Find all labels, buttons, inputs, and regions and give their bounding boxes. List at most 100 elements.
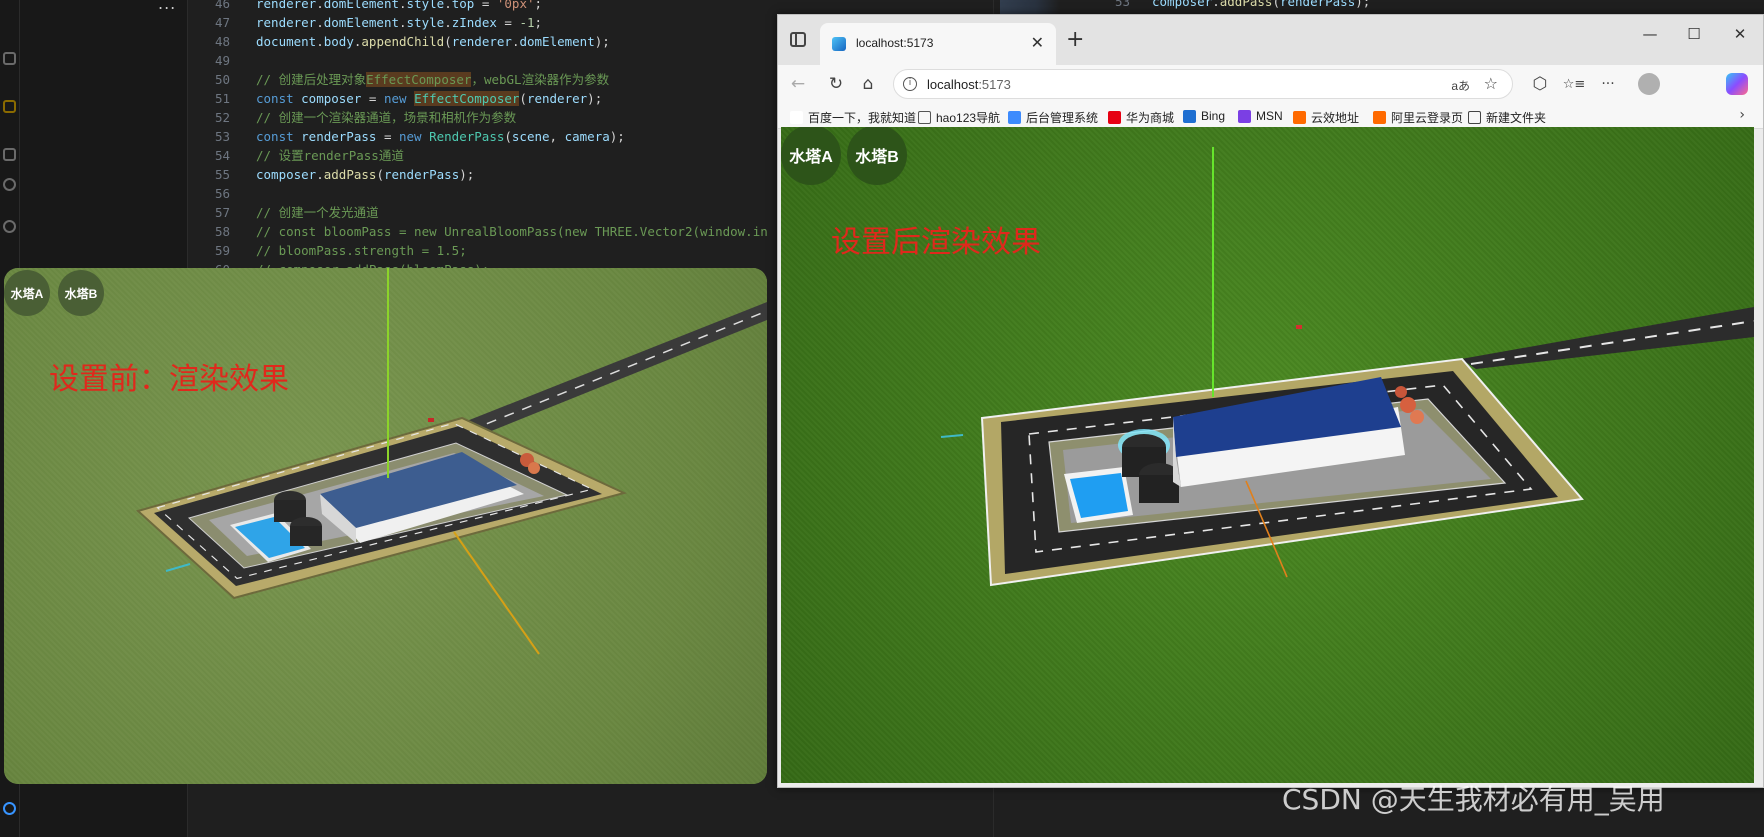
line-number: 55 [214,167,230,182]
code-token: ( [504,129,512,144]
bookmark-item[interactable]: 百度一下，我就知道 [790,109,916,126]
code-line: 49 [188,51,256,70]
code-token: domElement [323,0,400,11]
maximize-icon[interactable]: ☐ [1674,25,1714,43]
extensions-icon[interactable] [3,148,16,161]
code-token: = [376,129,399,144]
home-icon[interactable]: ⌂ [856,74,880,94]
more-menu-icon[interactable]: ··· [1596,76,1620,92]
code-token: EffectComposer [414,91,520,106]
sidebar-toggle-icon[interactable] [790,32,806,47]
profile-avatar[interactable] [1638,73,1660,95]
favorite-star-icon[interactable]: ☆ [1484,74,1498,93]
site-info-icon[interactable]: i [903,77,917,91]
bookmark-label: 新建文件夹 [1486,111,1547,125]
code-token: renderPass [383,167,460,182]
line-number: 56 [214,186,230,201]
code-token: . [316,34,324,49]
code-line: 47 renderer.domElement.style.zIndex = -1; [188,13,542,32]
baidu-icon [790,111,803,124]
bookmark-item[interactable]: 阿里云登录页 [1373,109,1463,126]
code-token: // const bloomPass = new UnrealBloomPass… [256,224,768,239]
code-token: = [496,15,520,30]
bookmark-item[interactable]: 华为商城 [1108,109,1174,126]
favorites-icon[interactable]: ☆≡ [1562,77,1586,92]
code-token: ( [444,34,452,49]
new-tab-icon[interactable]: + [1066,27,1084,52]
bookmark-label: 百度一下，我就知道 [808,111,917,125]
code-token: // 设置renderPass通道 [256,148,404,163]
code-token: . [316,167,324,182]
code-token: style [406,15,445,30]
csdn-watermark: CSDN @天生我材必有用_吴用 [1282,783,1665,816]
code-token: domElement [519,34,595,49]
window-close-icon[interactable]: ✕ [1720,25,1760,43]
remote-icon[interactable] [3,178,16,191]
source-control-icon[interactable] [3,52,16,65]
bookmark-item[interactable]: Bing [1183,109,1225,123]
code-token: // 创建后处理对象 [256,72,367,87]
extensions-icon[interactable]: ⬡ [1528,74,1552,94]
timeline-icon[interactable] [3,220,16,233]
back-icon[interactable]: ← [786,74,810,94]
code-token: new [399,129,430,144]
code-token: composer [301,91,362,106]
huawei-icon [1108,111,1121,124]
minimize-icon[interactable]: — [1630,25,1670,43]
bookmark-label: Bing [1201,109,1226,123]
tower-a-button[interactable]: 水塔A [4,270,50,316]
after-caption: 设置后渲染效果 [831,225,1041,260]
line-number: 50 [214,72,230,87]
tower-b-button[interactable]: 水塔B [847,127,907,185]
code-token: camera [564,129,610,144]
tab-title: localhost:5173 [856,36,934,50]
code-token: ); [587,91,603,106]
tab-strip: localhost:5173 ✕ + — ☐ ✕ [778,15,1763,65]
code-line: 46 renderer.domElement.style.top = '0px'; [188,0,542,13]
tower-a-button[interactable]: 水塔A [781,127,841,185]
msn-icon [1238,109,1251,123]
code-token: renderer [526,91,588,106]
bookmark-item[interactable]: 后台管理系统 [1008,109,1098,126]
browser-tab[interactable]: localhost:5173 ✕ [820,23,1056,65]
read-aloud-icon[interactable]: aあ [1451,77,1470,94]
copilot-icon[interactable] [1726,73,1748,95]
code-line: 52 // 创建一个渲染器通道，场景和相机作为参数 [188,108,516,127]
bookmark-label: 后台管理系统 [1026,111,1099,125]
code-token: ; [534,15,543,30]
bookmark-item[interactable]: hao123导航 [918,109,1000,126]
bookmark-item[interactable]: MSN [1238,109,1283,123]
code-token: domElement [323,15,400,30]
line-number: 49 [214,53,230,68]
code-token: . [316,0,324,11]
bookmark-item[interactable]: 云效地址 [1293,109,1359,126]
render-after-viewport: 水塔A 水塔B 设置后渲染效果 [781,127,1754,783]
accounts-icon[interactable] [3,802,16,815]
code-token: addPass [323,167,377,182]
bookmarks-bar: › 百度一下，我就知道 hao123导航 后台管理系统 华为商城 Bing MSN 云效地址… [778,105,1763,129]
bookmarks-more-icon[interactable]: › [1739,107,1745,123]
search-icon [1183,109,1196,123]
bookmark-label: hao123导航 [936,111,1001,125]
code-token: document [256,34,317,49]
code-token: ( [376,167,384,182]
code-token: = [474,0,497,11]
tab-close-icon[interactable]: ✕ [1031,33,1044,52]
reload-icon[interactable]: ↻ [824,74,848,94]
render-before-screenshot: 水塔A 水塔B 设置前：渲染效果 [4,268,767,784]
tower-b-button[interactable]: 水塔B [58,270,104,316]
line-number: 53 [214,129,230,144]
line-number: 51 [214,91,230,106]
run-debug-icon[interactable] [3,100,16,113]
code-token: // 创建一个发光通道 [256,205,379,220]
more-actions-icon[interactable]: ... [158,0,176,13]
globe-icon [918,111,931,124]
code-token: '0px' [496,0,535,11]
code-token: . [399,15,407,30]
line-number: 46 [214,0,230,11]
code-token: // 创建一个渲染器通道，场景和相机作为参数 [256,110,517,125]
code-token: zIndex [451,15,497,30]
bookmark-item[interactable]: 新建文件夹 [1468,109,1546,126]
code-token: , [549,129,565,144]
address-bar[interactable]: i localhost:5173 aあ ☆ [893,69,1513,99]
